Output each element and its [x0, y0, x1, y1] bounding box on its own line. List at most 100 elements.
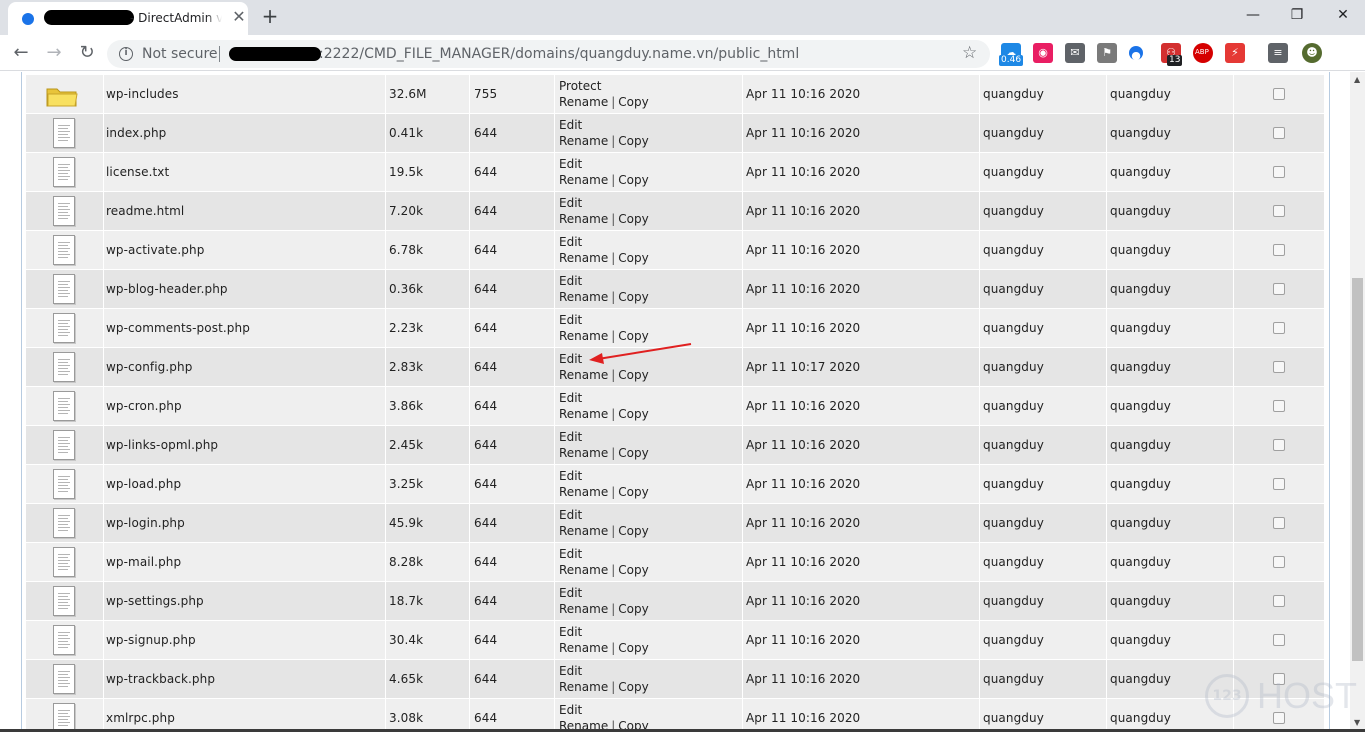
- edit-link[interactable]: Edit: [559, 313, 582, 327]
- people-extension-icon[interactable]: ⚇ 13: [1161, 43, 1183, 66]
- file-permission-link[interactable]: 644: [474, 672, 497, 686]
- rename-link[interactable]: Rename: [559, 641, 608, 655]
- edit-link[interactable]: Edit: [559, 118, 582, 132]
- copy-link[interactable]: Copy: [618, 290, 648, 304]
- file-name-link[interactable]: license.txt: [106, 165, 169, 179]
- mail-extension-icon[interactable]: ✉: [1065, 43, 1085, 63]
- select-checkbox[interactable]: [1273, 517, 1285, 529]
- edit-link[interactable]: Edit: [559, 430, 582, 444]
- edit-link[interactable]: Edit: [559, 625, 582, 639]
- file-name-link[interactable]: wp-mail.php: [106, 555, 181, 569]
- file-name-link[interactable]: wp-config.php: [106, 360, 192, 374]
- copy-link[interactable]: Copy: [618, 134, 648, 148]
- edit-link[interactable]: Edit: [559, 586, 582, 600]
- select-checkbox[interactable]: [1273, 88, 1285, 100]
- file-name-link[interactable]: index.php: [106, 126, 166, 140]
- copy-link[interactable]: Copy: [618, 251, 648, 265]
- file-name-link[interactable]: wp-signup.php: [106, 633, 196, 647]
- document-icon[interactable]: [53, 157, 75, 187]
- document-icon[interactable]: [53, 274, 75, 304]
- document-icon[interactable]: [53, 352, 75, 382]
- file-permission-link[interactable]: 644: [474, 360, 497, 374]
- edit-link[interactable]: Edit: [559, 352, 582, 366]
- select-checkbox[interactable]: [1273, 205, 1285, 217]
- page-scrollbar[interactable]: ▲ ▼: [1350, 72, 1365, 732]
- file-permission-link[interactable]: 644: [474, 555, 497, 569]
- file-name-link[interactable]: wp-links-opml.php: [106, 438, 218, 452]
- select-checkbox[interactable]: [1273, 244, 1285, 256]
- new-tab-button[interactable]: +: [259, 5, 281, 27]
- scroll-down-arrow-icon[interactable]: ▼: [1354, 718, 1360, 727]
- document-icon[interactable]: [53, 469, 75, 499]
- select-checkbox[interactable]: [1273, 556, 1285, 568]
- select-checkbox[interactable]: [1273, 595, 1285, 607]
- file-icon-cell[interactable]: [26, 75, 103, 113]
- rename-link[interactable]: Rename: [559, 524, 608, 538]
- file-icon-cell[interactable]: [26, 387, 103, 425]
- file-icon-cell[interactable]: [26, 114, 103, 152]
- file-icon-cell[interactable]: [26, 465, 103, 503]
- file-permission-link[interactable]: 644: [474, 126, 497, 140]
- file-name-link[interactable]: wp-load.php: [106, 477, 181, 491]
- select-checkbox[interactable]: [1273, 361, 1285, 373]
- file-name-link[interactable]: wp-cron.php: [106, 399, 182, 413]
- file-icon-cell[interactable]: [26, 426, 103, 464]
- copy-link[interactable]: Copy: [618, 446, 648, 460]
- file-permission-link[interactable]: 644: [474, 204, 497, 218]
- back-button[interactable]: ←: [9, 41, 33, 65]
- edit-link[interactable]: Edit: [559, 196, 582, 210]
- flag-extension-icon[interactable]: ⚑: [1097, 43, 1117, 63]
- file-name-link[interactable]: wp-trackback.php: [106, 672, 215, 686]
- file-permission-link[interactable]: 755: [474, 87, 497, 101]
- rename-link[interactable]: Rename: [559, 446, 608, 460]
- document-icon[interactable]: [53, 586, 75, 616]
- select-checkbox[interactable]: [1273, 439, 1285, 451]
- file-icon-cell[interactable]: [26, 699, 103, 732]
- rename-link[interactable]: Rename: [559, 173, 608, 187]
- file-permission-link[interactable]: 644: [474, 243, 497, 257]
- document-icon[interactable]: [53, 118, 75, 148]
- copy-link[interactable]: Copy: [618, 641, 648, 655]
- file-permission-link[interactable]: 644: [474, 477, 497, 491]
- forward-button[interactable]: →: [42, 41, 66, 65]
- file-icon-cell[interactable]: [26, 582, 103, 620]
- rename-link[interactable]: Rename: [559, 680, 608, 694]
- file-name-link[interactable]: wp-blog-header.php: [106, 282, 228, 296]
- scroll-up-arrow-icon[interactable]: ▲: [1354, 75, 1360, 84]
- file-permission-link[interactable]: 644: [474, 516, 497, 530]
- copy-link[interactable]: Copy: [618, 485, 648, 499]
- rename-link[interactable]: Rename: [559, 95, 608, 109]
- copy-link[interactable]: Copy: [618, 212, 648, 226]
- select-checkbox[interactable]: [1273, 322, 1285, 334]
- copy-link[interactable]: Copy: [618, 680, 648, 694]
- file-permission-link[interactable]: 644: [474, 594, 497, 608]
- edit-link[interactable]: Edit: [559, 703, 582, 717]
- rename-link[interactable]: Rename: [559, 368, 608, 382]
- select-checkbox[interactable]: [1273, 127, 1285, 139]
- copy-link[interactable]: Copy: [618, 173, 648, 187]
- file-icon-cell[interactable]: [26, 348, 103, 386]
- copy-link[interactable]: Copy: [618, 95, 648, 109]
- file-name-link[interactable]: wp-comments-post.php: [106, 321, 250, 335]
- file-name-link[interactable]: wp-login.php: [106, 516, 185, 530]
- document-icon[interactable]: [53, 196, 75, 226]
- file-name-link[interactable]: wp-includes: [106, 87, 179, 101]
- copy-link[interactable]: Copy: [618, 563, 648, 577]
- select-checkbox[interactable]: [1273, 634, 1285, 646]
- info-icon[interactable]: i: [119, 47, 133, 61]
- file-icon-cell[interactable]: [26, 504, 103, 542]
- rename-link[interactable]: Rename: [559, 290, 608, 304]
- browser-tab-active[interactable]: - DirectAdmin v1. ✕: [8, 2, 248, 35]
- file-icon-cell[interactable]: [26, 153, 103, 191]
- edit-link[interactable]: Edit: [559, 274, 582, 288]
- rename-link[interactable]: Rename: [559, 251, 608, 265]
- document-icon[interactable]: [53, 508, 75, 538]
- copy-link[interactable]: Copy: [618, 329, 648, 343]
- rename-link[interactable]: Rename: [559, 134, 608, 148]
- folder-icon[interactable]: [46, 85, 78, 107]
- copy-link[interactable]: Copy: [618, 602, 648, 616]
- select-checkbox[interactable]: [1273, 400, 1285, 412]
- address-bar[interactable]: i Not secure :2222/CMD_FILE_MANAGER/doma…: [107, 40, 990, 68]
- close-window-button[interactable]: ✕: [1328, 4, 1358, 26]
- document-icon[interactable]: [53, 664, 75, 694]
